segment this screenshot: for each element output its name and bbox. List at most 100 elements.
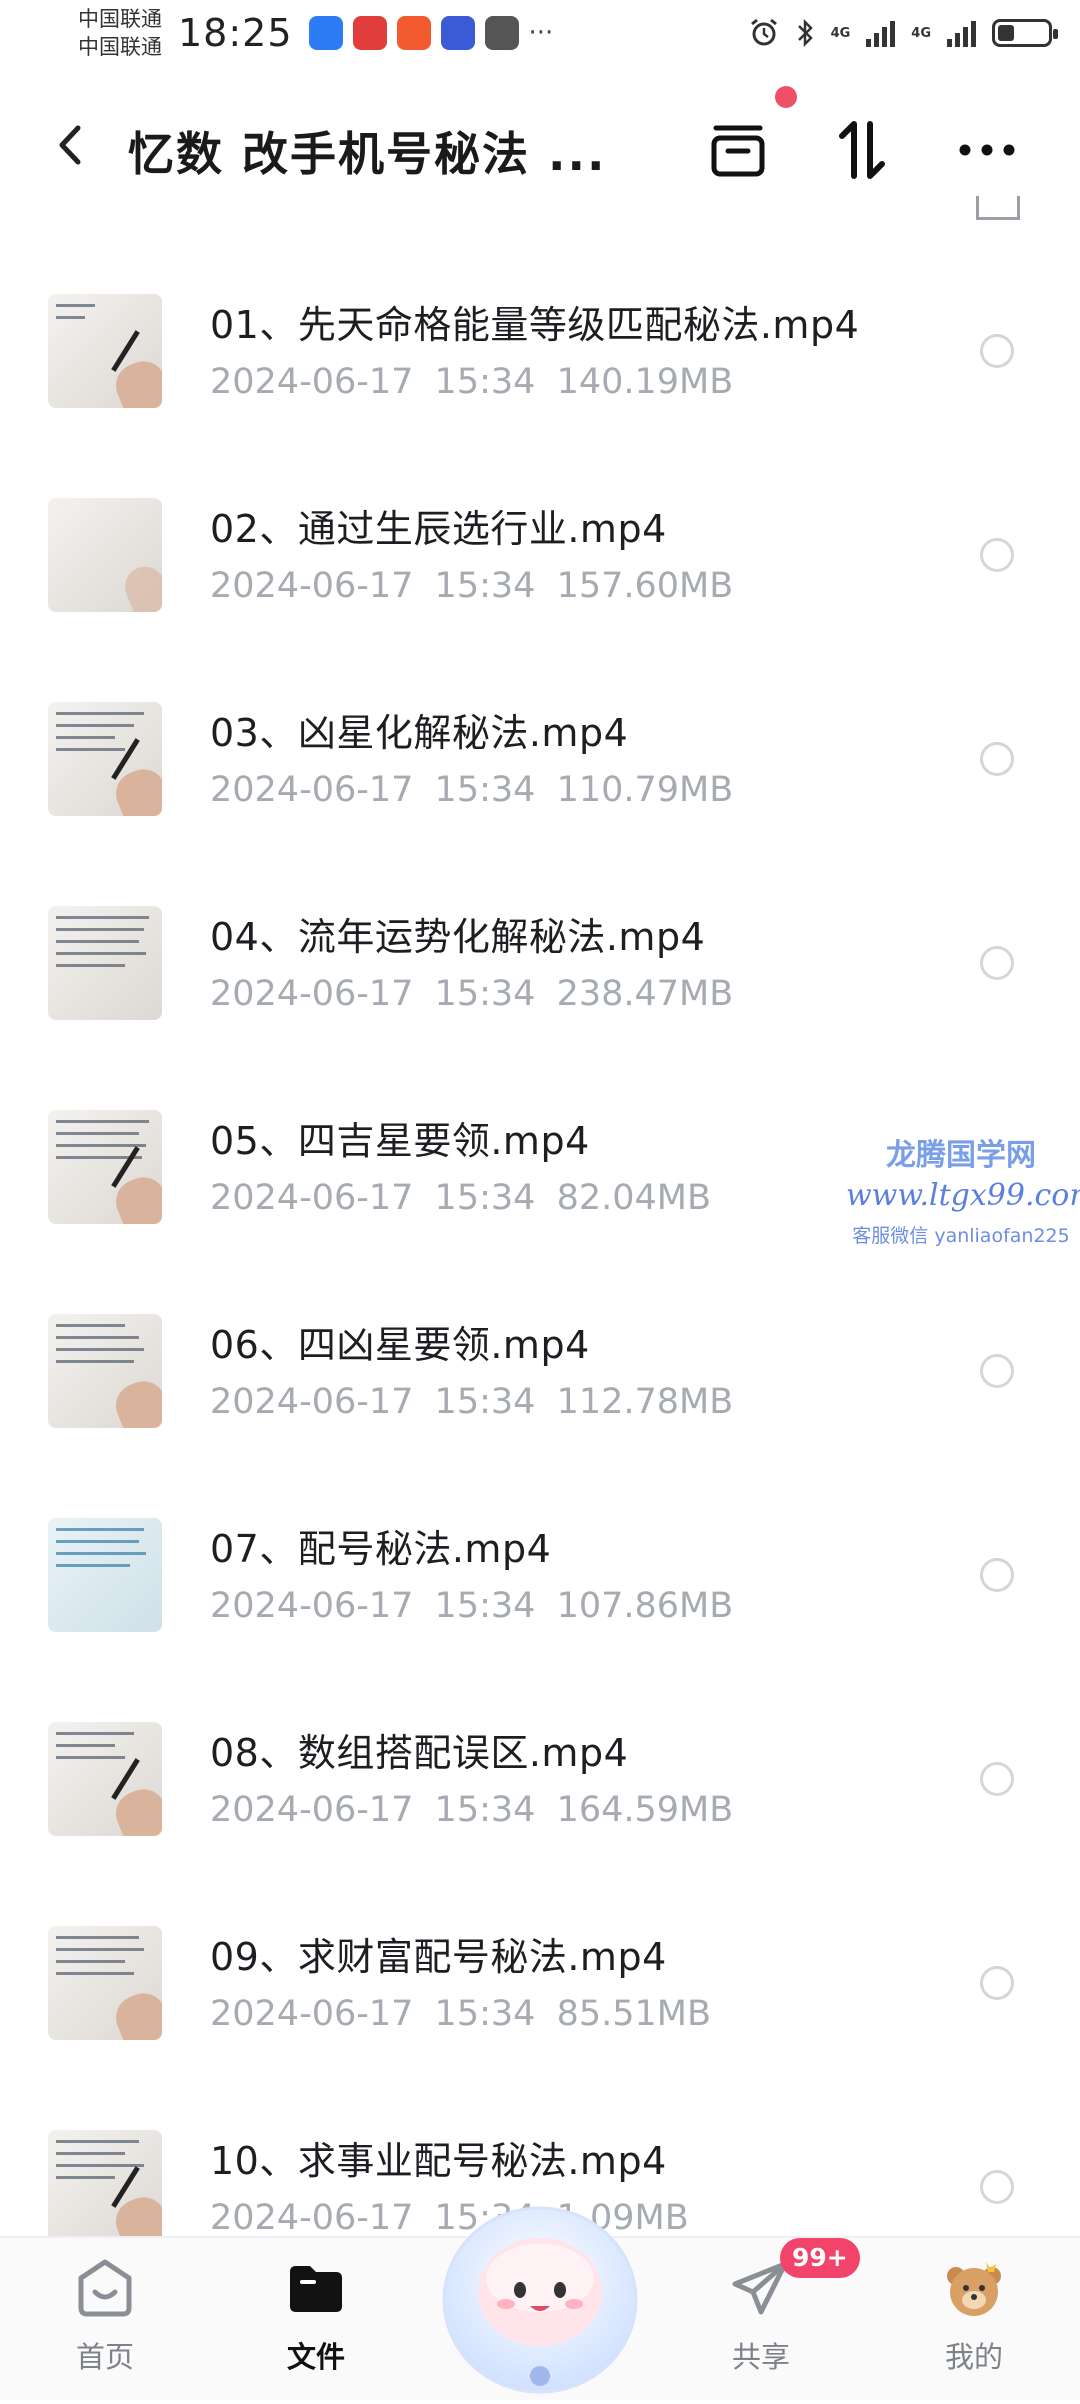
sort-bar-partial [0,196,1080,226]
select-checkbox[interactable] [980,1558,1014,1592]
select-checkbox[interactable] [980,2170,1014,2204]
watermark-contact: 客服微信 yanliaofan225 [852,1225,1070,1247]
file-date: 2024-06-17 [210,1382,414,1422]
select-checkbox[interactable] [980,538,1014,572]
nav-files[interactable]: 文件 [256,2256,376,2376]
grid-view-icon[interactable] [976,196,1020,220]
file-date: 2024-06-17 [210,1994,414,2034]
file-date: 2024-06-17 [210,566,414,606]
more-button[interactable] [955,118,1019,182]
video-thumbnail [48,702,162,816]
nav-mine-label: 我的 [944,2340,1003,2374]
video-thumbnail [48,1926,162,2040]
select-checkbox[interactable] [980,742,1014,776]
transfer-button[interactable] [830,118,894,182]
carrier-label-1: 中国联通 [78,7,162,31]
status-bar: 中国联通 中国联通 18:25 ··· 4G 4G [0,0,1080,66]
file-size: 140.19MB [556,362,734,402]
nav-share-label: 共享 [731,2340,790,2374]
file-date: 2024-06-17 [210,1790,414,1830]
file-time: 15:34 [434,1382,536,1422]
notification-badge: 99+ [780,2238,860,2278]
file-row[interactable]: 01、先天命格能量等级匹配秘法.mp4 2024-06-17 15:34 140… [0,244,1080,448]
file-meta: 2024-06-17 15:34 107.86MB [210,1586,733,1626]
file-meta: 2024-06-17 15:34 82.04MB [210,1178,711,1218]
video-thumbnail [48,1518,162,1632]
file-name: 02、通过生辰选行业.mp4 [210,507,667,551]
file-name: 04、流年运势化解秘法.mp4 [210,915,706,959]
chevron-left-icon [59,125,81,165]
file-meta: 2024-06-17 15:34 140.19MB [210,362,733,402]
file-row[interactable]: 04、流年运势化解秘法.mp4 2024-06-17 15:34 238.47M… [0,856,1080,1060]
file-name: 08、数组搭配误区.mp4 [210,1731,629,1775]
network-type-label: 4G [911,25,931,41]
archive-button[interactable] [706,118,770,182]
file-time: 15:34 [434,362,536,402]
video-thumbnail [48,498,162,612]
file-name: 09、求财富配号秘法.mp4 [210,1935,667,1979]
select-checkbox[interactable] [980,1762,1014,1796]
carrier-info: 中国联通 中国联通 [78,5,162,61]
video-thumbnail [48,294,162,408]
mascot-icon [442,2206,638,2394]
file-list: 01、先天命格能量等级匹配秘法.mp4 2024-06-17 15:34 140… [0,244,1080,2284]
file-row[interactable]: 03、凶星化解秘法.mp4 2024-06-17 15:34 110.79MB [0,652,1080,856]
file-meta: 2024-06-17 15:34 110.79MB [210,770,733,810]
file-row[interactable]: 09、求财富配号秘法.mp4 2024-06-17 15:34 85.51MB [0,1876,1080,2080]
sort-arrows-icon [839,121,885,179]
bluetooth-icon [797,18,813,48]
watermark: 龙腾国学网 www.ltgx99.com 客服微信 yanliaofan225 [846,1130,1080,1248]
select-checkbox[interactable] [980,334,1014,368]
nav-home[interactable]: 首页 [45,2256,165,2376]
file-row[interactable]: 02、通过生辰选行业.mp4 2024-06-17 15:34 157.60MB [0,448,1080,652]
bear-avatar-icon [947,2262,1001,2316]
folder-icon [290,2266,342,2312]
file-date: 2024-06-17 [210,1586,414,1626]
assistant-mascot-button[interactable] [430,2180,650,2400]
file-size: 85.51MB [556,1994,711,2034]
file-size: 110.79MB [556,770,734,810]
watermark-url: www.ltgx99.com [846,1178,1080,1213]
app-notification-icon [440,16,475,50]
video-thumbnail [48,1722,162,1836]
video-thumbnail [48,1314,162,1428]
file-name: 07、配号秘法.mp4 [210,1527,552,1571]
file-row[interactable]: 08、数组搭配误区.mp4 2024-06-17 15:34 164.59MB [0,1672,1080,1876]
file-meta: 2024-06-17 15:34 85.51MB [210,1994,711,2034]
app-notification-icon [308,16,343,50]
file-date: 2024-06-17 [210,1178,414,1218]
alarm-icon [750,18,777,46]
status-right: 4G 4G [749,18,1058,48]
watermark-title: 龙腾国学网 [886,1138,1036,1173]
home-icon [78,2259,132,2317]
file-size: 157.60MB [556,566,734,606]
file-row[interactable]: 06、四凶星要领.mp4 2024-06-17 15:34 112.78MB [0,1264,1080,1468]
file-size: 164.59MB [556,1790,734,1830]
file-time: 15:34 [434,1994,536,2034]
select-checkbox[interactable] [980,946,1014,980]
file-meta: 2024-06-17 15:34 112.78MB [210,1382,733,1422]
app-notification-icon [484,16,519,50]
file-date: 2024-06-17 [210,770,414,810]
signal-icon [866,19,896,47]
file-size: 82.04MB [556,1178,711,1218]
carrier-label-2: 中国联通 [78,35,162,59]
file-meta: 2024-06-17 15:34 164.59MB [210,1790,733,1830]
file-name: 03、凶星化解秘法.mp4 [210,711,629,755]
select-checkbox[interactable] [980,1966,1014,2000]
back-button[interactable] [50,120,90,170]
nav-mine[interactable]: 我的 [914,2256,1034,2376]
file-row[interactable]: 07、配号秘法.mp4 2024-06-17 15:34 107.86MB [0,1468,1080,1672]
select-checkbox[interactable] [980,1354,1014,1388]
page-title: 忆数 改手机号秘法 ... [128,127,607,181]
file-date: 2024-06-17 [210,362,414,402]
app-notification-icon [352,16,387,50]
more-notifications-icon: ··· [528,18,554,48]
file-name: 06、四凶星要领.mp4 [210,1323,590,1367]
more-horizontal-icon [959,144,1015,156]
notification-dot [775,86,797,108]
nav-files-label: 文件 [286,2340,345,2374]
nav-home-label: 首页 [75,2340,134,2374]
file-date: 2024-06-17 [210,2198,414,2238]
app-notification-icon [396,16,431,50]
